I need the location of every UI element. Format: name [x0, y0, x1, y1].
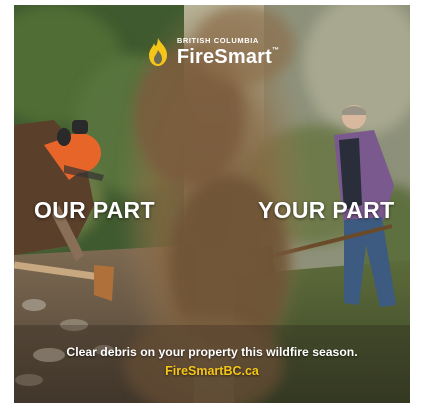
website-link: FireSmartBC.ca	[165, 364, 259, 378]
logo-brand-text: FireSmart™	[176, 45, 280, 68]
firesmart-logo: BRITISH COLUMBIA FireSmart™	[14, 37, 410, 67]
headline-your-part: YOUR PART	[258, 197, 395, 223]
wildfire-ad-image: BRITISH COLUMBIA FireSmart™ OUR PART YOU…	[14, 5, 410, 403]
headline-our-part: OUR PART	[34, 197, 155, 223]
tagline-text: Clear debris on your property this wildf…	[66, 345, 358, 359]
flame-icon	[148, 38, 167, 66]
trademark-symbol: ™	[271, 46, 280, 54]
logo-region-text: BRITISH COLUMBIA	[176, 36, 259, 46]
